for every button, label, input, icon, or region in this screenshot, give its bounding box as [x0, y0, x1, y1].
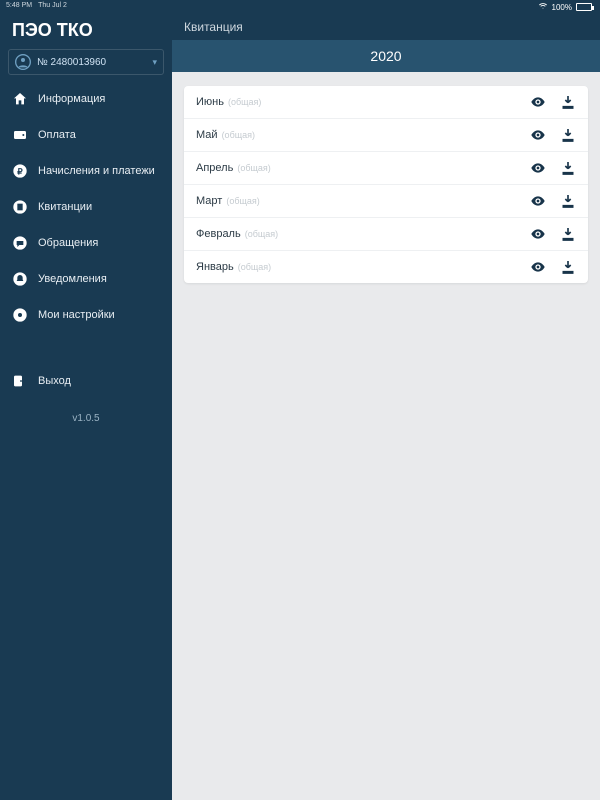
nav-exit[interactable]: Выход [0, 363, 172, 399]
account-selector[interactable]: № 2480013960 ▾ [8, 49, 164, 75]
nav-charges[interactable]: ₽ Начисления и платежи [0, 153, 172, 189]
receipt-type: (общая) [238, 262, 271, 272]
receipts-list: Июнь (общая) Май (общая) Апрель (общая) Март (о… [184, 86, 588, 283]
month-name: Март [196, 195, 222, 207]
ruble-icon: ₽ [12, 163, 28, 179]
view-icon[interactable] [530, 193, 546, 209]
chevron-down-icon: ▾ [152, 57, 157, 68]
month-name: Май [196, 129, 218, 141]
month-name: Январь [196, 261, 234, 273]
nav-label: Обращения [38, 237, 98, 249]
nav-notifications[interactable]: Уведомления [0, 261, 172, 297]
status-time: 5:48 PM [6, 2, 32, 12]
view-icon[interactable] [530, 259, 546, 275]
nav-settings[interactable]: Мои настройки [0, 297, 172, 333]
nav-label: Начисления и платежи [38, 165, 155, 177]
wifi-icon [538, 2, 548, 12]
receipt-row[interactable]: Январь (общая) [184, 251, 588, 283]
nav-info[interactable]: Информация [0, 81, 172, 117]
receipt-row[interactable]: Март (общая) [184, 185, 588, 218]
svg-text:₽: ₽ [17, 166, 23, 176]
document-icon [12, 199, 28, 215]
row-actions [530, 127, 576, 143]
receipt-type: (общая) [228, 97, 261, 107]
nav-label: Мои настройки [38, 309, 115, 321]
nav-label: Выход [38, 375, 71, 387]
nav-label: Уведомления [38, 273, 107, 285]
version-label: v1.0.5 [0, 413, 172, 424]
wallet-icon [12, 127, 28, 143]
row-actions [530, 160, 576, 176]
month-name: Февраль [196, 228, 241, 240]
download-icon[interactable] [560, 127, 576, 143]
statusbar-left: 5:48 PM Thu Jul 2 [0, 0, 172, 14]
receipt-type: (общая) [237, 163, 270, 173]
app-title: ПЭО ТКО [0, 14, 172, 49]
bell-icon [12, 271, 28, 287]
row-actions [530, 259, 576, 275]
nav-requests[interactable]: Обращения [0, 225, 172, 261]
statusbar-right: 100% [172, 0, 600, 14]
download-icon[interactable] [560, 94, 576, 110]
receipt-row[interactable]: Апрель (общая) [184, 152, 588, 185]
download-icon[interactable] [560, 226, 576, 242]
download-icon[interactable] [560, 259, 576, 275]
content: Июнь (общая) Май (общая) Апрель (общая) Март (о… [172, 72, 600, 297]
view-icon[interactable] [530, 160, 546, 176]
user-icon [15, 54, 31, 70]
receipt-type: (общая) [222, 130, 255, 140]
download-icon[interactable] [560, 193, 576, 209]
nav-label: Квитанции [38, 201, 92, 213]
download-icon[interactable] [560, 160, 576, 176]
gear-icon [12, 307, 28, 323]
battery-icon [576, 3, 592, 11]
page-title: Квитанция [172, 14, 600, 40]
receipt-row[interactable]: Июнь (общая) [184, 86, 588, 119]
row-actions [530, 193, 576, 209]
receipt-type: (общая) [226, 196, 259, 206]
row-actions [530, 226, 576, 242]
nav-label: Оплата [38, 129, 76, 141]
view-icon[interactable] [530, 226, 546, 242]
nav-payment[interactable]: Оплата [0, 117, 172, 153]
main: 100% Квитанция 2020 Июнь (общая) Май (общая… [172, 0, 600, 800]
sidebar: 5:48 PM Thu Jul 2 ПЭО ТКО № 2480013960 ▾… [0, 0, 172, 800]
battery-percent: 100% [552, 3, 572, 12]
view-icon[interactable] [530, 127, 546, 143]
nav-label: Информация [38, 93, 105, 105]
receipt-row[interactable]: Май (общая) [184, 119, 588, 152]
row-actions [530, 94, 576, 110]
nav-receipts[interactable]: Квитанции [0, 189, 172, 225]
nav: Информация Оплата ₽ Начисления и платежи… [0, 81, 172, 399]
exit-icon [12, 373, 28, 389]
month-name: Июнь [196, 96, 224, 108]
receipt-row[interactable]: Февраль (общая) [184, 218, 588, 251]
year-header[interactable]: 2020 [172, 40, 600, 72]
account-number: № 2480013960 [37, 57, 106, 68]
month-name: Апрель [196, 162, 233, 174]
status-date: Thu Jul 2 [38, 2, 67, 12]
view-icon[interactable] [530, 94, 546, 110]
home-icon [12, 91, 28, 107]
chat-icon [12, 235, 28, 251]
receipt-type: (общая) [245, 229, 278, 239]
